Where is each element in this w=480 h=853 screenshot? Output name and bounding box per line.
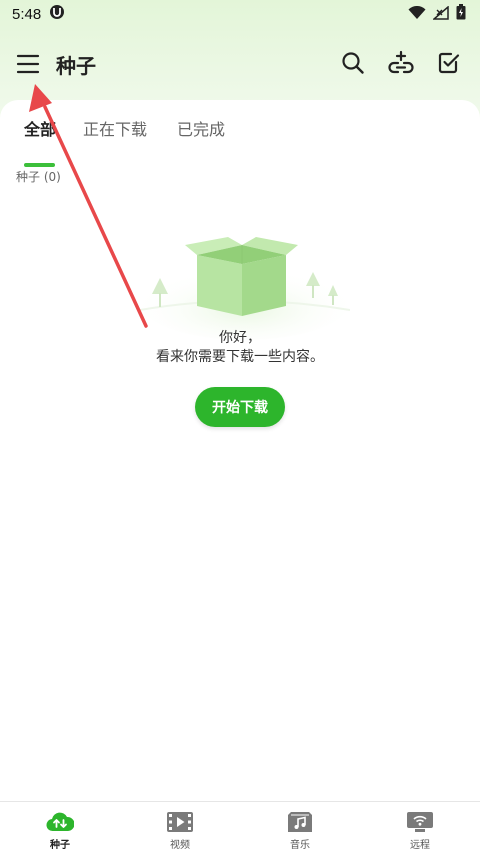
empty-state-line-2: 看来你需要下载一些内容。	[156, 349, 324, 365]
nav-label-video: 视频	[170, 840, 190, 851]
remote-monitor-icon	[406, 811, 434, 833]
add-link-icon[interactable]	[388, 50, 414, 76]
cloud-torrent-icon	[46, 811, 74, 833]
nav-label-remote: 远程	[410, 840, 430, 851]
tab-completed[interactable]: 已完成	[177, 116, 225, 140]
app-bar: 种子	[0, 40, 480, 88]
empty-state-message: 你好， 看来你需要下载一些内容。	[0, 329, 480, 367]
tab-all[interactable]: 全部	[24, 116, 56, 140]
nav-item-music[interactable]: 音乐	[240, 802, 360, 853]
torrent-count-label: 种子 (0)	[16, 170, 61, 184]
nav-item-torrents[interactable]: 种子	[0, 802, 120, 853]
bottom-navigation: 种子 视频 音乐 远程	[0, 801, 480, 853]
open-box-icon	[139, 230, 351, 340]
no-signal-icon	[431, 4, 449, 24]
active-tab-indicator	[24, 163, 55, 167]
content-card: 全部 正在下载 已完成 种子 (0) 你好， 看来你需要下载一些内容。 开始下载	[0, 100, 480, 800]
nav-label-torrents: 种子	[50, 840, 70, 851]
select-check-icon[interactable]	[436, 50, 462, 76]
video-film-icon	[166, 811, 194, 833]
app-notification-icon	[49, 4, 65, 24]
tab-bar: 全部 正在下载 已完成	[0, 116, 480, 167]
nav-item-video[interactable]: 视频	[120, 802, 240, 853]
nav-label-music: 音乐	[290, 840, 310, 851]
search-icon[interactable]	[340, 50, 366, 76]
battery-icon	[456, 4, 466, 24]
page-title: 种子	[56, 54, 96, 78]
tab-downloading[interactable]: 正在下载	[83, 116, 147, 140]
status-bar: 5:48	[0, 0, 480, 28]
start-download-button[interactable]: 开始下载	[195, 387, 285, 427]
status-time: 5:48	[12, 5, 42, 23]
empty-state-line-1: 你好，	[219, 330, 261, 346]
wifi-icon	[408, 5, 426, 24]
menu-icon[interactable]	[16, 52, 40, 76]
music-icon	[286, 811, 314, 833]
nav-item-remote[interactable]: 远程	[360, 802, 480, 853]
